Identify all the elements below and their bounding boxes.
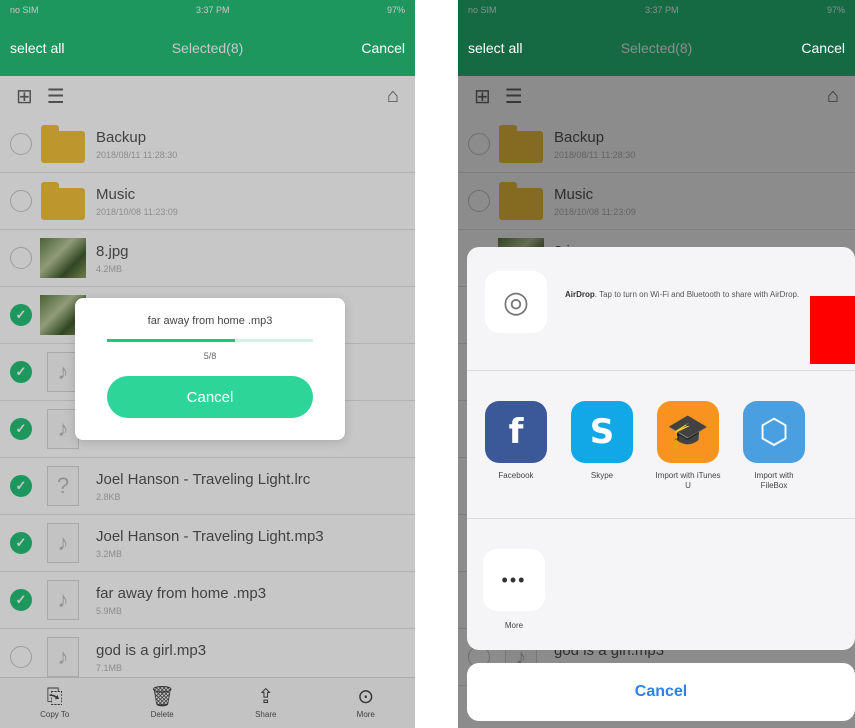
airdrop-title: AirDrop bbox=[565, 290, 595, 299]
share-app[interactable]: 🎓 Import with iTunes U bbox=[655, 401, 721, 518]
file-manager-screen: no SIM 3:37 PM 97% select all Selected(8… bbox=[0, 0, 415, 728]
skype-icon[interactable]: S bbox=[571, 401, 633, 463]
share-app-label: Facebook bbox=[498, 471, 534, 480]
more-section: ••• More bbox=[467, 519, 855, 630]
nav-cancel-button[interactable]: Cancel bbox=[361, 40, 405, 56]
share-apps-row: f Facebook S Skype 🎓 Import with iTunes U ⬡ Imp… bbox=[467, 371, 855, 519]
progress-bar bbox=[107, 339, 313, 342]
more-label: More bbox=[504, 621, 524, 630]
share-app[interactable]: ⬡ Import with FileBox bbox=[741, 401, 807, 518]
share-cancel-button[interactable]: Cancel bbox=[467, 663, 855, 721]
progress-file-name: far away from home .mp3 bbox=[147, 315, 273, 327]
airdrop-section: ◎ AirDrop. Tap to turn on Wi-Fi and Blue… bbox=[467, 247, 855, 371]
share-app-label: Import with FileBox bbox=[754, 471, 794, 490]
airdrop-text: Tap to turn on Wi-Fi and Bluetooth to sh… bbox=[599, 290, 800, 299]
facebook-icon[interactable]: f bbox=[485, 401, 547, 463]
nav-cancel-button: Cancel bbox=[801, 40, 845, 56]
select-all-button: select all bbox=[468, 40, 523, 56]
more-dots-icon[interactable]: ••• bbox=[483, 549, 545, 611]
share-sheet-screen: no SIM 3:37 PM 97% select all Selected(8… bbox=[458, 0, 855, 728]
share-app-label: Skype bbox=[590, 471, 614, 480]
progress-dialog: far away from home .mp3 5/8 Cancel bbox=[75, 298, 345, 440]
filebox-icon[interactable]: ⬡ bbox=[743, 401, 805, 463]
itunes-u-icon[interactable]: 🎓 bbox=[657, 401, 719, 463]
progress-cancel-button[interactable]: Cancel bbox=[107, 376, 313, 418]
progress-bar-fill bbox=[107, 339, 235, 342]
airdrop-icon[interactable]: ◎ bbox=[485, 271, 547, 333]
share-app[interactable]: S Skype bbox=[569, 401, 635, 518]
share-sheet: ◎ AirDrop. Tap to turn on Wi-Fi and Blue… bbox=[467, 247, 855, 650]
red-marker bbox=[810, 296, 855, 364]
share-app[interactable]: f Facebook bbox=[483, 401, 549, 518]
share-app-label: Import with iTunes U bbox=[655, 471, 721, 490]
airdrop-description: AirDrop. Tap to turn on Wi-Fi and Blueto… bbox=[565, 290, 800, 299]
progress-count: 5/8 bbox=[203, 351, 217, 361]
select-all-button[interactable]: select all bbox=[10, 40, 64, 56]
